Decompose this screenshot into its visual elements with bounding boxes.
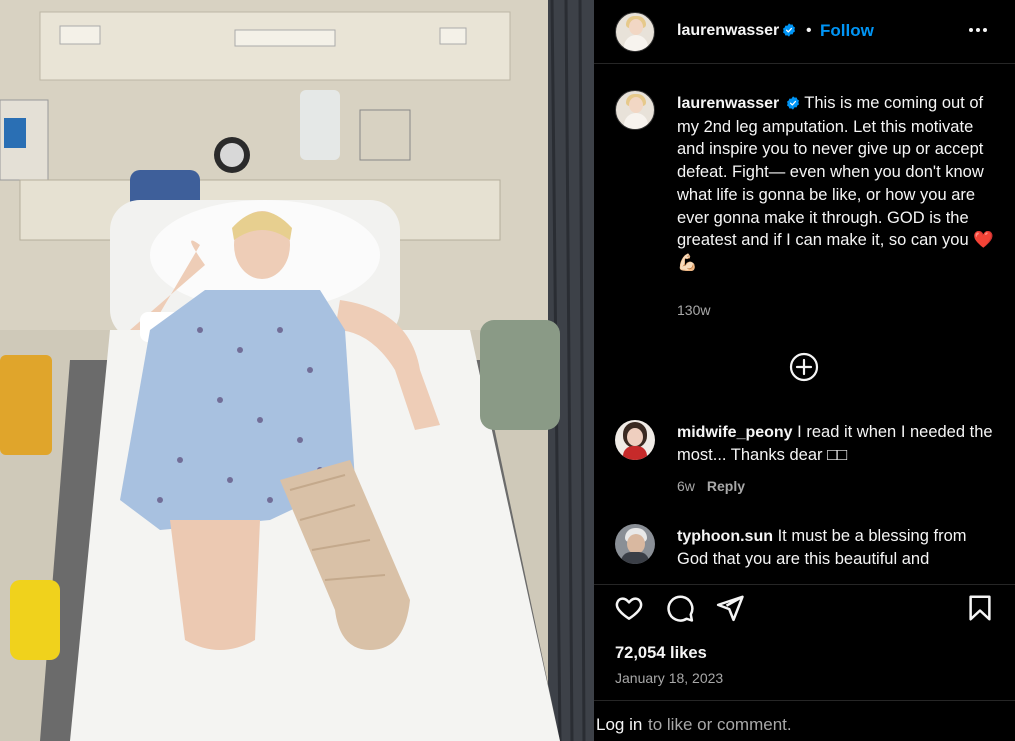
comment-trailing-glyphs: □□ bbox=[827, 446, 848, 464]
more-options-icon[interactable] bbox=[966, 18, 990, 42]
share-icon[interactable] bbox=[715, 593, 745, 623]
post-photo bbox=[0, 0, 594, 741]
commenter-username[interactable]: typhoon.sun bbox=[677, 528, 773, 545]
caption-author-avatar[interactable] bbox=[615, 90, 655, 130]
hospital-photo-illustration bbox=[0, 0, 594, 741]
header-separator: • bbox=[806, 22, 812, 39]
caption-timestamp[interactable]: 130w bbox=[677, 302, 710, 318]
comment-text-block: midwife_peony I read it when I needed th… bbox=[677, 421, 997, 467]
verified-badge-icon bbox=[787, 96, 800, 110]
verified-badge-icon bbox=[783, 23, 795, 37]
author-avatar[interactable] bbox=[615, 12, 655, 52]
comment-text-block: typhoon.sun It must be a blessing from G… bbox=[677, 525, 997, 571]
comment-timestamp[interactable]: 6w bbox=[677, 478, 695, 494]
follow-button[interactable]: Follow bbox=[820, 21, 874, 41]
commenter-avatar[interactable] bbox=[615, 524, 655, 564]
commenter-avatar[interactable] bbox=[615, 420, 655, 460]
caption-username[interactable]: laurenwasser bbox=[677, 95, 779, 112]
reply-button[interactable]: Reply bbox=[707, 478, 745, 494]
commenter-username[interactable]: midwife_peony bbox=[677, 424, 793, 441]
login-prompt-text: to like or comment. bbox=[648, 715, 792, 734]
comment-icon[interactable] bbox=[665, 593, 695, 623]
caption-text-block: laurenwasser This is me coming out of my… bbox=[677, 92, 997, 275]
plus-circle-icon[interactable] bbox=[789, 352, 819, 382]
author-username[interactable]: laurenwasser bbox=[677, 22, 779, 40]
comment-meta: 6w Reply bbox=[677, 478, 745, 494]
action-bar bbox=[594, 584, 1015, 632]
login-link[interactable]: Log in bbox=[596, 715, 642, 735]
post-header: laurenwasser • Follow bbox=[594, 0, 1015, 64]
bookmark-icon[interactable] bbox=[965, 593, 995, 623]
likes-count[interactable]: 72,054 likes bbox=[615, 644, 707, 663]
heart-icon[interactable] bbox=[614, 593, 644, 623]
caption-body: This is me coming out of my 2nd leg ampu… bbox=[677, 94, 994, 272]
login-prompt: Log in to like or comment. bbox=[594, 700, 1015, 741]
post-sidebar: laurenwasser • Follow laurenwasser This … bbox=[594, 0, 1015, 741]
post-date[interactable]: January 18, 2023 bbox=[615, 670, 723, 686]
